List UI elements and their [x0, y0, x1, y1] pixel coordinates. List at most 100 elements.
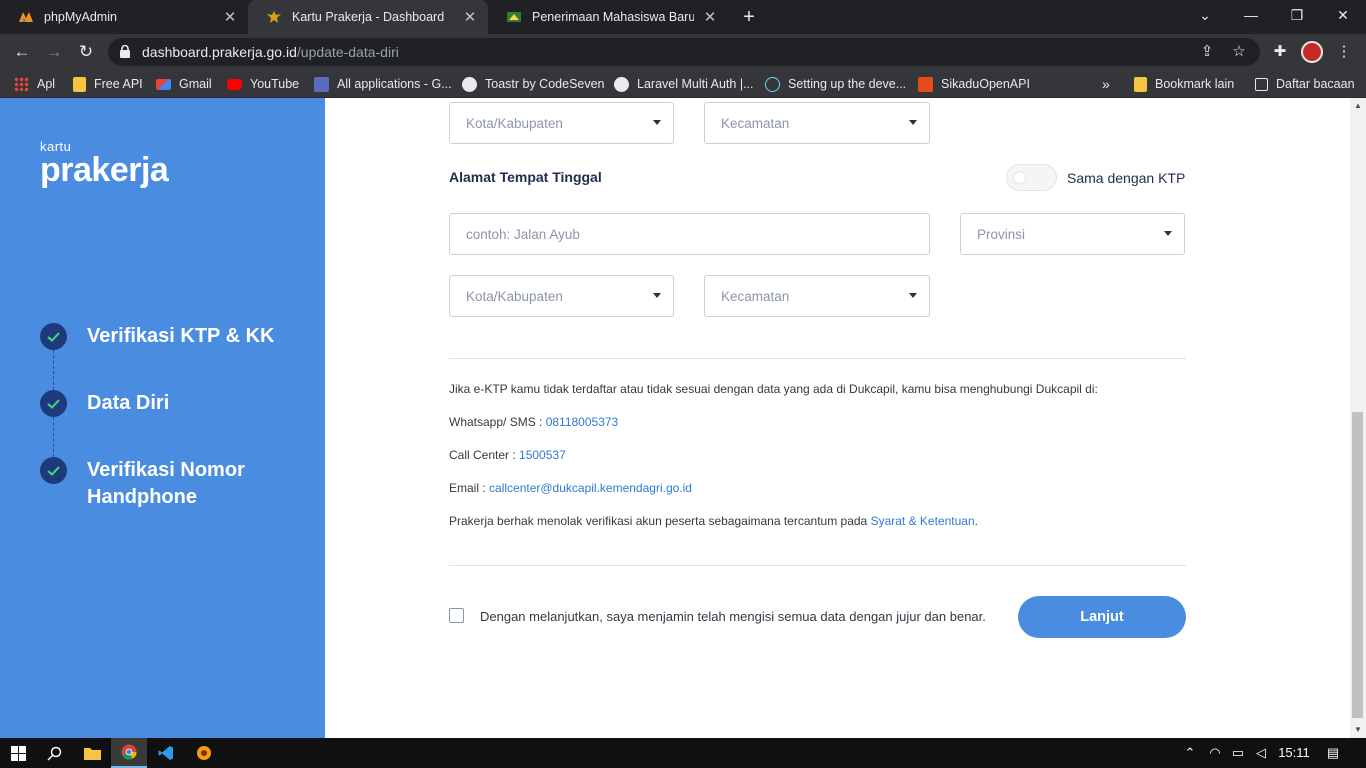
vscode-icon[interactable]: [148, 738, 184, 768]
city-select[interactable]: Kota/Kabupaten: [449, 275, 674, 317]
province-select[interactable]: Provinsi: [960, 213, 1185, 255]
url-path: /update-data-diri: [296, 44, 399, 60]
whatsapp-label: Whatsapp/ SMS :: [449, 415, 546, 429]
terms-line: Prakerja berhak menolak verifikasi akun …: [449, 514, 978, 528]
bookmark-youtube[interactable]: YouTube: [227, 75, 299, 93]
input-placeholder: contoh: Jalan Ayub: [466, 226, 580, 242]
bookmark-label: Free API: [94, 77, 143, 91]
extensions-puzzle-icon[interactable]: ✚: [1270, 42, 1290, 62]
garuda-icon: [266, 9, 282, 25]
residence-address-title: Alamat Tempat Tinggal: [449, 169, 602, 185]
reading-list-label: Daftar bacaan: [1276, 77, 1355, 91]
step-label: Verifikasi KTP & KK: [87, 325, 275, 347]
close-tab-icon[interactable]: ✕: [702, 8, 718, 26]
logo-big-text: prakerja: [40, 151, 169, 189]
bookmark-laravel[interactable]: Laravel Multi Auth |...: [614, 75, 754, 93]
select-placeholder: Kota/Kabupaten: [466, 115, 563, 131]
profile-avatar[interactable]: [1301, 41, 1323, 63]
same-as-ktp-label: Sama dengan KTP: [1067, 170, 1186, 186]
close-tab-icon[interactable]: ✕: [222, 8, 238, 26]
step-verifikasi-ktp: Verifikasi KTP & KK: [40, 323, 274, 350]
tab-prakerja-dashboard[interactable]: Kartu Prakerja - Dashboard ✕: [248, 0, 488, 34]
email-link[interactable]: callcenter@dukcapil.kemendagri.go.id: [489, 481, 692, 495]
clock[interactable]: 15:11: [1276, 738, 1312, 768]
sidebar: kartu prakerja Verifikasi KTP & KK Data …: [0, 98, 325, 738]
lanjut-button[interactable]: Lanjut: [1018, 596, 1186, 638]
globe-icon: [614, 76, 629, 92]
restore-button[interactable]: ❐: [1274, 0, 1320, 30]
bookmark-free-api[interactable]: Free API: [73, 75, 143, 93]
battery-icon[interactable]: ▭: [1228, 738, 1248, 768]
globe-icon: [462, 76, 477, 92]
whatsapp-link[interactable]: 08118005373: [546, 415, 619, 429]
bookmark-star-icon[interactable]: ☆: [1230, 43, 1248, 61]
terms-end: .: [974, 514, 978, 528]
phpmyadmin-icon: [18, 9, 34, 25]
check-icon: [40, 390, 67, 417]
ktp-city-select[interactable]: Kota/Kabupaten: [449, 102, 674, 144]
more-bookmarks-chevron-icon[interactable]: »: [1102, 75, 1110, 93]
address-bar[interactable]: dashboard.prakerja.go.id/update-data-dir…: [108, 38, 1260, 66]
new-tab-button[interactable]: +: [737, 4, 761, 30]
agreement-checkbox[interactable]: [449, 608, 464, 623]
windows-start-icon[interactable]: [0, 738, 36, 768]
apps-grid-icon: [14, 76, 29, 92]
step-connector: [53, 417, 54, 457]
app-icon[interactable]: [186, 738, 222, 768]
bookmark-label: Bookmark lain: [1155, 77, 1235, 91]
page-viewport: kartu prakerja Verifikasi KTP & KK Data …: [0, 98, 1366, 738]
notification-icon[interactable]: ▤: [1318, 738, 1348, 768]
search-icon[interactable]: [36, 738, 72, 768]
terms-link[interactable]: Syarat & Ketentuan: [871, 514, 975, 528]
bookmark-label: All applications - G...: [337, 77, 452, 91]
browser-tab-bar: phpMyAdmin ✕ Kartu Prakerja - Dashboard …: [0, 0, 1366, 34]
chevron-down-icon: [909, 120, 917, 125]
bookmark-label: Toastr by CodeSeven: [485, 77, 605, 91]
bookmark-gmail[interactable]: Gmail: [156, 75, 212, 93]
email-line: Email : callcenter@dukcapil.kemendagri.g…: [449, 481, 692, 495]
volume-icon[interactable]: ◁: [1251, 738, 1271, 768]
bookmark-all-applications[interactable]: All applications - G...: [314, 75, 452, 93]
bookmark-toastr[interactable]: Toastr by CodeSeven: [462, 75, 605, 93]
close-window-button[interactable]: ✕: [1320, 0, 1366, 30]
file-explorer-icon[interactable]: [74, 738, 110, 768]
back-icon[interactable]: ←: [10, 40, 34, 64]
tab-penerimaan-mahasiswa[interactable]: Penerimaan Mahasiswa Baru ✕: [488, 0, 728, 34]
browser-toolbar: ← → ↻ dashboard.prakerja.go.id/update-da…: [0, 34, 1366, 70]
close-tab-icon[interactable]: ✕: [462, 8, 478, 26]
call-center-link[interactable]: 1500537: [519, 448, 566, 462]
same-as-ktp-toggle[interactable]: [1006, 164, 1057, 191]
bookmark-sikadu[interactable]: SikaduOpenAPI: [918, 75, 1030, 93]
url-text: dashboard.prakerja.go.id/update-data-dir…: [142, 44, 399, 60]
district-select[interactable]: Kecamatan: [704, 275, 930, 317]
tray-expand-icon[interactable]: ⌃: [1181, 738, 1199, 768]
wifi-icon[interactable]: ◠: [1205, 738, 1225, 768]
reload-icon[interactable]: ↻: [74, 40, 98, 64]
chrome-icon[interactable]: [111, 738, 147, 768]
address-input[interactable]: contoh: Jalan Ayub: [449, 213, 930, 255]
minimize-button[interactable]: —: [1228, 0, 1274, 30]
page-scrollbar[interactable]: ▲ ▼: [1350, 98, 1366, 738]
whatsapp-line: Whatsapp/ SMS : 08118005373: [449, 415, 618, 429]
tab-search-icon[interactable]: ⌄: [1182, 0, 1228, 30]
bookmark-other[interactable]: Bookmark lain: [1134, 75, 1234, 93]
scrollbar-thumb[interactable]: [1352, 412, 1363, 718]
divider: [449, 358, 1186, 359]
terms-text: Prakerja berhak menolak verifikasi akun …: [449, 514, 871, 528]
select-placeholder: Provinsi: [977, 226, 1026, 242]
tab-phpmyadmin[interactable]: phpMyAdmin ✕: [0, 0, 248, 34]
scroll-up-arrow-icon[interactable]: ▲: [1354, 102, 1362, 110]
bookmark-apl[interactable]: Apl: [14, 75, 55, 93]
bookmark-setting-up[interactable]: Setting up the deve...: [765, 75, 906, 93]
toggle-knob: [1013, 171, 1026, 184]
share-icon[interactable]: ⇪: [1198, 43, 1216, 61]
ktp-district-select[interactable]: Kecamatan: [704, 102, 930, 144]
select-placeholder: Kecamatan: [721, 288, 790, 304]
forward-icon[interactable]: →: [42, 40, 66, 64]
step-verifikasi-nomor: Verifikasi Nomor Handphone: [40, 457, 277, 511]
menu-kebab-icon[interactable]: ⋮: [1334, 42, 1354, 62]
reading-list[interactable]: Daftar bacaan: [1255, 75, 1355, 93]
folder-icon: [73, 76, 86, 92]
scroll-down-arrow-icon[interactable]: ▼: [1354, 726, 1362, 734]
youtube-icon: [227, 78, 242, 90]
